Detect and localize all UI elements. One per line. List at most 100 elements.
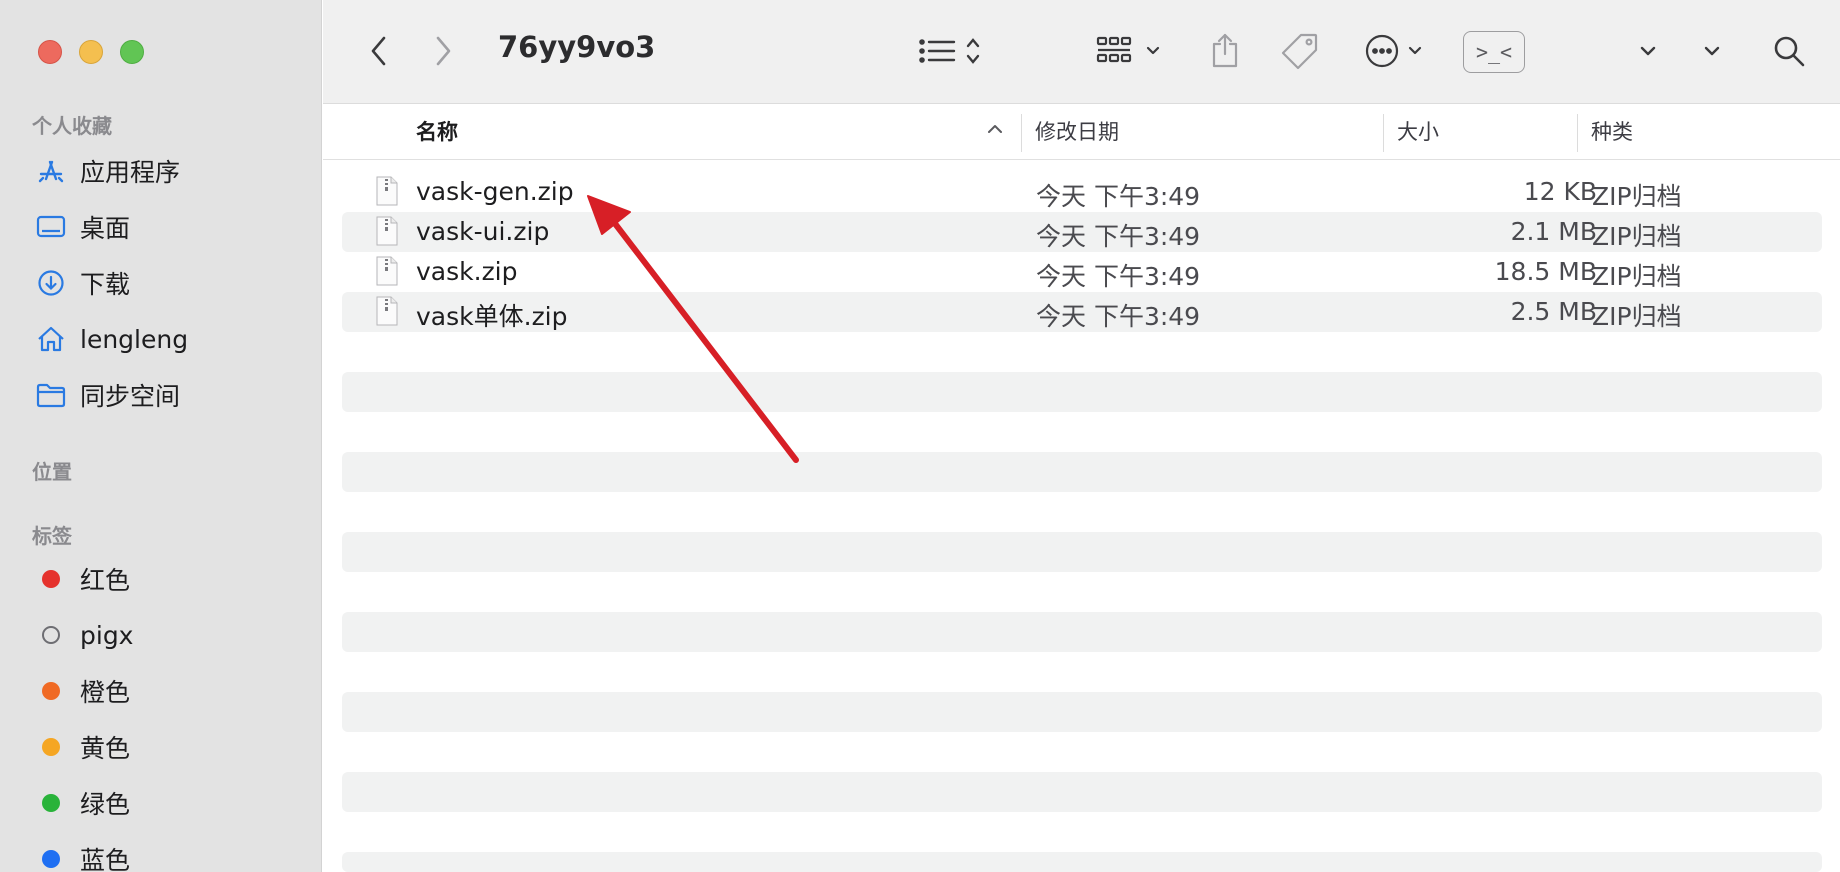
list-view-icon [919,38,980,64]
zip-file-icon [376,296,398,326]
more-actions-button[interactable] [1363,26,1439,76]
file-row[interactable]: vask-ui.zip 今天 下午3:49 2.1 MB ZIP归档 [342,212,1822,252]
empty-row [342,772,1822,812]
share-icon [1212,33,1238,68]
chevron-left-icon [371,36,386,66]
terminal-button[interactable]: >_< [1463,31,1525,73]
sidebar-item-downloads[interactable]: 下载 [36,261,130,305]
search-button[interactable] [1769,26,1809,76]
column-date[interactable]: 修改日期 [1035,116,1119,146]
zip-file-icon [376,256,398,286]
zip-file-icon [376,176,398,206]
sidebar-item-desktop[interactable]: 桌面 [36,205,130,249]
forward-button[interactable] [423,26,463,76]
sidebar-item-label: 桌面 [80,214,131,243]
window-controls [38,40,144,64]
sidebar-tag-yellow[interactable]: 黄色 [36,725,130,769]
toolbar: 76yy9vo3 >_< [323,0,1840,104]
file-date: 今天 下午3:49 [1036,222,1201,251]
tag-empty-dot-icon [42,626,60,644]
zip-file-icon [376,216,398,246]
column-kind[interactable]: 种类 [1591,116,1633,146]
file-kind: ZIP归档 [1592,222,1682,251]
sidebar-item-label: 红色 [80,566,131,595]
file-row[interactable]: vask-gen.zip 今天 下午3:49 12 KB ZIP归档 [342,172,1822,212]
zoom-window-button[interactable] [120,40,144,64]
file-kind: ZIP归档 [1592,182,1682,211]
file-kind: ZIP归档 [1592,262,1682,291]
tag-yellow-dot-icon [42,738,60,756]
grid-group-icon [1096,36,1160,63]
sidebar-tag-red[interactable]: 红色 [36,557,130,601]
sidebar-tag-blue[interactable]: 蓝色 [36,837,130,872]
column-divider[interactable] [1383,114,1384,152]
column-divider[interactable] [1021,114,1022,152]
share-button[interactable] [1203,26,1247,76]
file-size: 2.5 MB [1510,297,1597,326]
file-size: 2.1 MB [1510,217,1597,246]
file-size: 18.5 MB [1494,257,1597,286]
tag-green-dot-icon [42,794,60,812]
group-by-button[interactable] [1095,26,1171,76]
empty-row [342,372,1822,412]
column-name[interactable]: 名称 [416,116,458,146]
sidebar-item-label: 橙色 [80,678,131,707]
window-title: 76yy9vo3 [498,30,656,64]
file-row[interactable]: vask单体.zip 今天 下午3:49 2.5 MB ZIP归档 [342,292,1822,332]
file-row[interactable]: vask.zip 今天 下午3:49 18.5 MB ZIP归档 [342,252,1822,292]
desktop-icon [36,212,66,242]
toolbar-dropdown-1[interactable] [1633,26,1663,76]
file-name: vask单体.zip [416,302,568,331]
file-name: vask-gen.zip [416,177,574,206]
file-name: vask-ui.zip [416,217,550,246]
sidebar-item-label: 蓝色 [80,846,131,872]
chevron-down-icon [1704,46,1720,56]
apps-icon [36,156,66,186]
sidebar-tag-pigx[interactable]: pigx [36,613,133,657]
empty-row [342,852,1822,872]
empty-row [342,612,1822,652]
empty-row [342,532,1822,572]
tag-icon [1281,33,1318,70]
sidebar-item-sync-space[interactable]: 同步空间 [36,373,180,417]
file-size: 12 KB [1523,177,1597,206]
chevron-down-icon [1640,46,1656,56]
sidebar-item-label: 应用程序 [80,158,181,187]
sidebar: 个人收藏 应用程序 桌面 下载 lengleng 同步空间 位置 标签 红色 p… [0,0,322,872]
view-mode-list-button[interactable] [913,26,993,76]
download-icon [36,268,66,298]
sidebar-item-label: 同步空间 [80,382,181,411]
chevron-right-icon [436,36,451,66]
sidebar-tag-orange[interactable]: 橙色 [36,669,130,713]
empty-row [342,692,1822,732]
column-divider[interactable] [1577,114,1578,152]
ellipsis-circle-icon [1365,34,1422,68]
sidebar-item-home[interactable]: lengleng [36,317,188,361]
home-icon [36,324,66,354]
sidebar-tag-green[interactable]: 绿色 [36,781,130,825]
search-icon [1774,36,1805,67]
sidebar-item-label: 下载 [80,270,131,299]
tag-red-dot-icon [42,570,60,588]
file-date: 今天 下午3:49 [1036,182,1201,211]
back-button[interactable] [359,26,399,76]
favorites-section-title: 个人收藏 [32,114,112,138]
sidebar-item-label: 绿色 [80,790,131,819]
tags-section-title: 标签 [32,524,72,548]
minimize-window-button[interactable] [79,40,103,64]
tag-button[interactable] [1278,26,1322,76]
close-window-button[interactable] [38,40,62,64]
sidebar-item-applications[interactable]: 应用程序 [36,149,180,193]
toolbar-dropdown-2[interactable] [1697,26,1727,76]
column-header: 名称 修改日期 大小 种类 [323,104,1840,160]
sidebar-item-label: pigx [80,620,134,650]
file-kind: ZIP归档 [1592,302,1682,331]
empty-row [342,452,1822,492]
tag-blue-dot-icon [42,850,60,868]
file-date: 今天 下午3:49 [1036,262,1201,291]
file-name: vask.zip [416,257,518,286]
sort-ascending-icon[interactable] [986,122,1004,136]
tag-orange-dot-icon [42,682,60,700]
column-size[interactable]: 大小 [1397,116,1439,146]
sidebar-item-label: lengleng [80,324,189,354]
